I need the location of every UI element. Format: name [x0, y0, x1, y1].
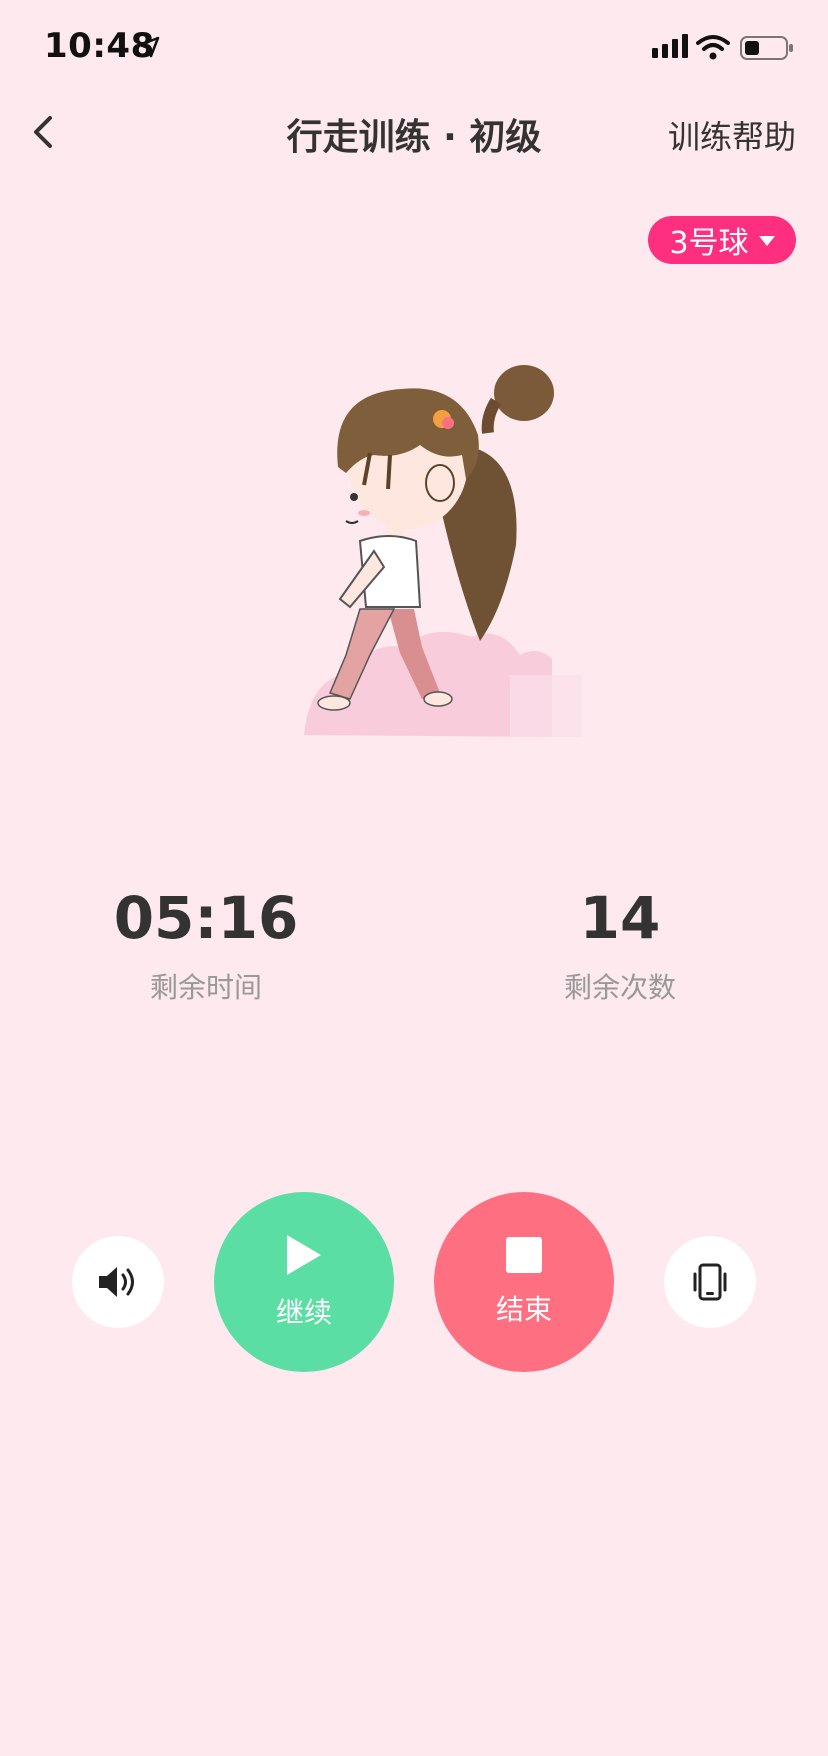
stop-icon	[506, 1237, 542, 1273]
vibrate-toggle-button[interactable]	[664, 1236, 756, 1328]
remaining-time-value: 05:16	[113, 884, 299, 952]
remaining-count-value: 14	[579, 884, 661, 952]
continue-label: 继续	[275, 1296, 332, 1329]
battery-icon	[740, 36, 793, 60]
remaining-time-label: 剩余时间	[149, 971, 262, 1004]
location-arrow-icon	[138, 36, 160, 58]
play-icon	[287, 1235, 321, 1275]
ball-selector-label: 3号球	[669, 226, 749, 261]
caret-down-icon	[758, 236, 775, 246]
end-button[interactable]: 结束	[434, 1192, 614, 1372]
training-help-link[interactable]: 训练帮助	[668, 112, 796, 158]
phone-vibrate-icon	[693, 1263, 727, 1301]
speaker-volume-icon	[99, 1267, 134, 1297]
sound-toggle-button[interactable]	[72, 1236, 164, 1328]
walking-girl-illustration	[304, 365, 582, 737]
continue-button[interactable]: 继续	[214, 1192, 394, 1372]
wifi-icon	[696, 35, 730, 60]
remaining-count-label: 剩余次数	[563, 971, 676, 1004]
cellular-signal-icon	[652, 34, 688, 58]
ball-selector-button[interactable]: 3号球	[648, 216, 796, 264]
end-label: 结束	[495, 1293, 552, 1326]
